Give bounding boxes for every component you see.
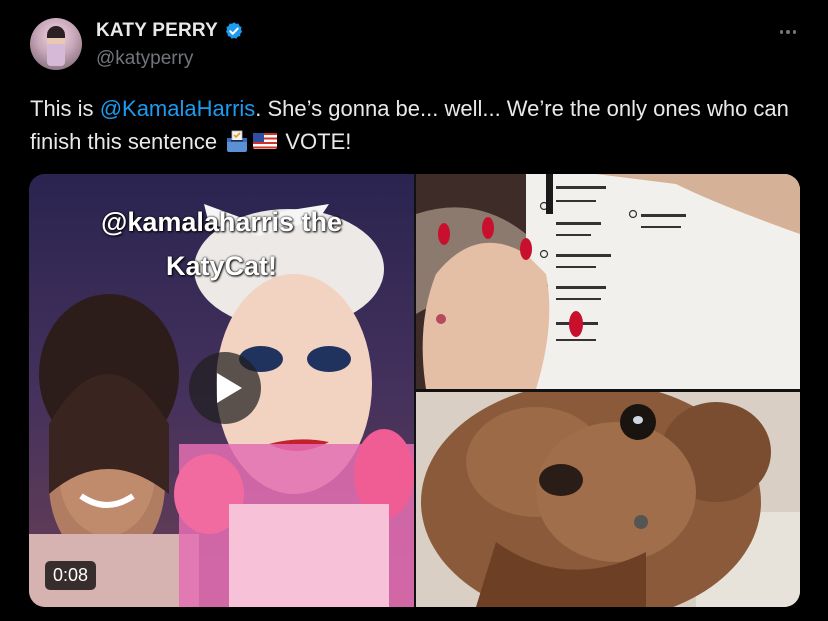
- author-display-name[interactable]: KATY PERRY: [96, 20, 218, 42]
- mention-link[interactable]: @KamalaHarris: [100, 96, 256, 121]
- tweet-text-part: VOTE!: [279, 129, 352, 154]
- avatar-figure: [47, 26, 65, 66]
- more-horizontal-icon[interactable]: [776, 20, 800, 44]
- poodle-photo[interactable]: [416, 392, 800, 607]
- ballot-box-emoji: [227, 130, 248, 152]
- video-caption-line-1: @kamalaharris the: [101, 207, 342, 237]
- ballot-scene: [416, 174, 800, 389]
- play-icon[interactable]: [189, 352, 261, 424]
- verified-badge-icon: [225, 22, 243, 39]
- ballot-photo[interactable]: [416, 174, 800, 389]
- tweet-text-part: This is: [30, 96, 100, 121]
- media-grid: @kamalaharris the KatyCat! 0:08: [29, 174, 800, 607]
- video-thumbnail[interactable]: @kamalaharris the KatyCat! 0:08: [29, 174, 414, 607]
- author-handle[interactable]: @katyperry: [96, 48, 193, 70]
- video-caption-line-2: KatyCat!: [165, 251, 278, 281]
- tweet-text: This is @KamalaHarris. She’s gonna be...…: [30, 92, 800, 158]
- author-name-row: KATY PERRY: [96, 20, 244, 42]
- video-duration-badge: 0:08: [45, 561, 97, 590]
- poodle-scene: [416, 392, 800, 607]
- us-flag-emoji: [253, 133, 278, 149]
- avatar[interactable]: [30, 18, 82, 70]
